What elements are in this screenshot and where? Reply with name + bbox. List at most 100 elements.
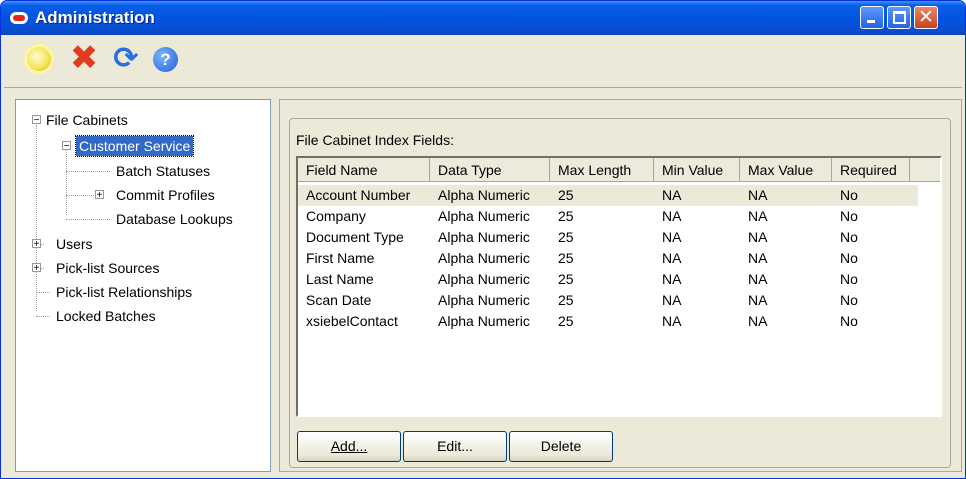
- expand-commit-profiles-icon[interactable]: +: [95, 190, 104, 201]
- tree-item-locked-batches[interactable]: Locked Batches: [56, 306, 156, 326]
- cell-min-value: NA: [662, 313, 682, 329]
- tree-item-users[interactable]: Users: [56, 234, 93, 254]
- admin-tree: − File Cabinets − Customer Service Batch…: [15, 99, 271, 472]
- cell-min-value: NA: [662, 271, 682, 287]
- minimize-button[interactable]: [860, 6, 884, 29]
- table-row[interactable]: Scan Date Alpha Numeric 25 NA NA No: [298, 290, 918, 311]
- refresh-icon: ⟳: [113, 41, 139, 76]
- tree-item-customer-service[interactable]: Customer Service: [74, 135, 195, 157]
- minimize-icon: [867, 20, 875, 23]
- cell-required: No: [840, 250, 858, 266]
- details-panel: File Cabinet Index Fields: Field Name Da…: [279, 99, 962, 472]
- new-icon: [27, 47, 51, 71]
- cell-field-name: Scan Date: [306, 292, 372, 308]
- refresh-button[interactable]: ⟳: [110, 41, 142, 76]
- column-header-max-length[interactable]: Max Length: [550, 158, 654, 182]
- table-row[interactable]: First Name Alpha Numeric 25 NA NA No: [298, 248, 918, 269]
- window-title: Administration: [35, 8, 155, 27]
- add-button[interactable]: Add...: [297, 431, 401, 462]
- cell-max-value: NA: [748, 187, 768, 203]
- delete-icon: ✖: [69, 38, 99, 78]
- toolbar-divider: [4, 87, 962, 88]
- title-bar[interactable]: Administration ✕: [1, 1, 965, 35]
- cell-data-type: Alpha Numeric: [438, 187, 530, 203]
- tree-line: [36, 125, 37, 311]
- close-button[interactable]: ✕: [914, 6, 938, 29]
- add-button-label: Add...: [330, 438, 368, 454]
- cell-data-type: Alpha Numeric: [438, 313, 530, 329]
- cell-max-value: NA: [748, 292, 768, 308]
- edit-button[interactable]: Edit...: [403, 431, 507, 462]
- delete-toolbar-button[interactable]: ✖: [68, 40, 100, 76]
- cell-field-name: Document Type: [306, 229, 404, 245]
- help-icon: ?: [153, 47, 178, 72]
- tree-item-commit-profiles[interactable]: Commit Profiles: [116, 185, 215, 205]
- column-header-data-type[interactable]: Data Type: [430, 158, 550, 182]
- tree-line: [66, 195, 94, 196]
- cell-field-name: First Name: [306, 250, 375, 266]
- table-row[interactable]: Document Type Alpha Numeric 25 NA NA No: [298, 227, 918, 248]
- cell-data-type: Alpha Numeric: [438, 292, 530, 308]
- column-header-required[interactable]: Required: [832, 158, 910, 182]
- table-row[interactable]: Company Alpha Numeric 25 NA NA No: [298, 206, 918, 227]
- cell-max-length: 25: [558, 250, 574, 266]
- tree-line: [66, 171, 110, 172]
- cell-required: No: [840, 208, 858, 224]
- maximize-icon: [893, 11, 906, 24]
- cell-field-name: Account Number: [306, 187, 411, 203]
- tree-item-file-cabinets[interactable]: File Cabinets: [46, 110, 128, 130]
- collapse-customer-service-icon[interactable]: −: [62, 141, 71, 152]
- cell-max-value: NA: [748, 313, 768, 329]
- delete-button-label: Delete: [540, 438, 582, 454]
- cell-field-name: Company: [306, 208, 366, 224]
- expand-picklist-sources-icon[interactable]: +: [32, 263, 41, 274]
- cell-data-type: Alpha Numeric: [438, 271, 530, 287]
- table-row[interactable]: Account Number Alpha Numeric 25 NA NA No: [298, 185, 918, 206]
- tree-item-picklist-relationships[interactable]: Pick-list Relationships: [56, 282, 192, 302]
- table-row[interactable]: xsiebelContact Alpha Numeric 25 NA NA No: [298, 311, 918, 332]
- cell-max-value: NA: [748, 250, 768, 266]
- edit-button-label: Edit...: [437, 438, 473, 454]
- column-header-min-value[interactable]: Min Value: [654, 158, 740, 182]
- cell-max-length: 25: [558, 187, 574, 203]
- index-fields-table[interactable]: Field Name Data Type Max Length Min Valu…: [296, 156, 942, 417]
- tree-item-picklist-sources[interactable]: Pick-list Sources: [56, 258, 159, 278]
- table-header: Field Name Data Type Max Length Min Valu…: [298, 158, 940, 182]
- close-icon: ✕: [918, 6, 934, 28]
- collapse-file-cabinets-icon[interactable]: −: [32, 115, 41, 126]
- cell-required: No: [840, 187, 858, 203]
- cell-required: No: [840, 292, 858, 308]
- tree-item-database-lookups[interactable]: Database Lookups: [116, 209, 233, 229]
- oracle-logo-icon: [10, 12, 28, 24]
- cell-data-type: Alpha Numeric: [438, 250, 530, 266]
- cell-data-type: Alpha Numeric: [438, 229, 530, 245]
- table-row[interactable]: Last Name Alpha Numeric 25 NA NA No: [298, 269, 918, 290]
- tree-line: [66, 145, 67, 215]
- new-button[interactable]: [24, 44, 56, 76]
- tree-line: [36, 292, 50, 293]
- cell-field-name: Last Name: [306, 271, 374, 287]
- tree-item-batch-statuses[interactable]: Batch Statuses: [116, 161, 210, 181]
- cell-required: No: [840, 271, 858, 287]
- cell-min-value: NA: [662, 187, 682, 203]
- cell-required: No: [840, 229, 858, 245]
- cell-max-length: 25: [558, 271, 574, 287]
- maximize-button[interactable]: [887, 6, 911, 29]
- cell-max-value: NA: [748, 229, 768, 245]
- index-fields-label: File Cabinet Index Fields:: [296, 132, 454, 148]
- column-header-max-value[interactable]: Max Value: [740, 158, 832, 182]
- administration-window: Administration ✕ ✖ ⟳ ? − File Cabinets −…: [0, 0, 966, 479]
- cell-max-length: 25: [558, 313, 574, 329]
- tree-line: [36, 316, 50, 317]
- cell-max-length: 25: [558, 292, 574, 308]
- cell-required: No: [840, 313, 858, 329]
- cell-max-value: NA: [748, 208, 768, 224]
- delete-button[interactable]: Delete: [509, 431, 613, 462]
- expand-users-icon[interactable]: +: [32, 239, 41, 250]
- cell-min-value: NA: [662, 229, 682, 245]
- cell-min-value: NA: [662, 292, 682, 308]
- cell-max-value: NA: [748, 271, 768, 287]
- help-button[interactable]: ?: [150, 44, 182, 76]
- column-header-field-name[interactable]: Field Name: [298, 158, 430, 182]
- cell-min-value: NA: [662, 250, 682, 266]
